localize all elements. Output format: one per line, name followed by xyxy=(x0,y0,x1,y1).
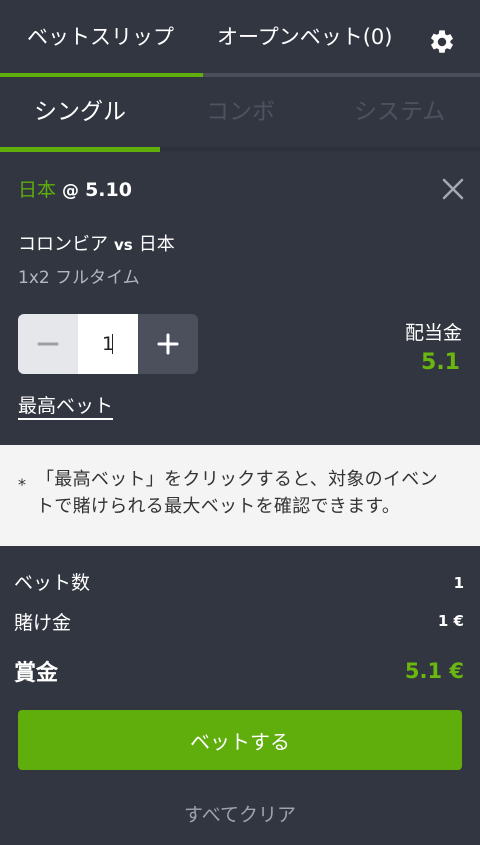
betslip-header: ベットスリップ オープンベット(0) xyxy=(0,0,480,78)
stake-input[interactable] xyxy=(78,314,138,374)
selection-at: @ xyxy=(62,181,80,201)
place-bet-button[interactable]: ベットする xyxy=(18,710,462,770)
selection-team: 日本 xyxy=(18,179,57,201)
tab-betslip[interactable]: ベットスリップ xyxy=(27,22,174,52)
stake-stepper xyxy=(18,314,198,374)
payout-value: 5.1 xyxy=(421,350,460,375)
minus-icon xyxy=(37,342,59,346)
gear-icon[interactable] xyxy=(428,28,456,56)
bet-type-tabs: シングル コンボ システム xyxy=(0,77,480,151)
clear-all-button[interactable]: すべてクリア xyxy=(0,800,480,827)
selection-title: 日本 @ 5.10 xyxy=(18,175,132,205)
winnings-value: 5.1 € xyxy=(404,659,464,683)
close-icon[interactable] xyxy=(440,176,466,202)
text-caret xyxy=(112,334,113,354)
market-name: 1x2 フルタイム xyxy=(18,268,140,288)
tab-system[interactable]: システム xyxy=(354,95,445,129)
payout-label: 配当金 xyxy=(404,322,462,344)
selection-odds: 5.10 xyxy=(85,179,132,201)
info-bullet: * xyxy=(18,475,26,494)
increase-stake-button[interactable] xyxy=(138,314,198,374)
max-bet-link[interactable]: 最高ベット xyxy=(18,392,114,420)
decrease-stake-button[interactable] xyxy=(18,314,78,374)
match-away: 日本 xyxy=(138,234,175,255)
match-name: コロンビア vs 日本 xyxy=(18,231,175,259)
bet-count-value: 1 xyxy=(453,574,464,592)
tab-single[interactable]: シングル xyxy=(34,95,126,129)
match-vs: vs xyxy=(114,236,133,254)
stake-label: 賭け金 xyxy=(14,612,72,634)
info-panel: * 「最高ベット」をクリックすると、対象のイベントで賭けられる最大ベットを確認で… xyxy=(0,445,480,546)
match-home: コロンビア xyxy=(18,234,108,255)
tab-open-bets[interactable]: オープンベット(0) xyxy=(217,22,393,52)
tab-combo[interactable]: コンボ xyxy=(206,95,275,129)
winnings-label: 賞金 xyxy=(14,661,59,686)
plus-icon xyxy=(157,333,179,355)
stake-value: 1 € xyxy=(437,612,464,630)
info-text: 「最高ベット」をクリックすると、対象のイベントで賭けられる最大ベットを確認できま… xyxy=(36,469,438,517)
bet-count-label: ベット数 xyxy=(14,572,91,594)
bet-type-indicator xyxy=(0,147,160,152)
